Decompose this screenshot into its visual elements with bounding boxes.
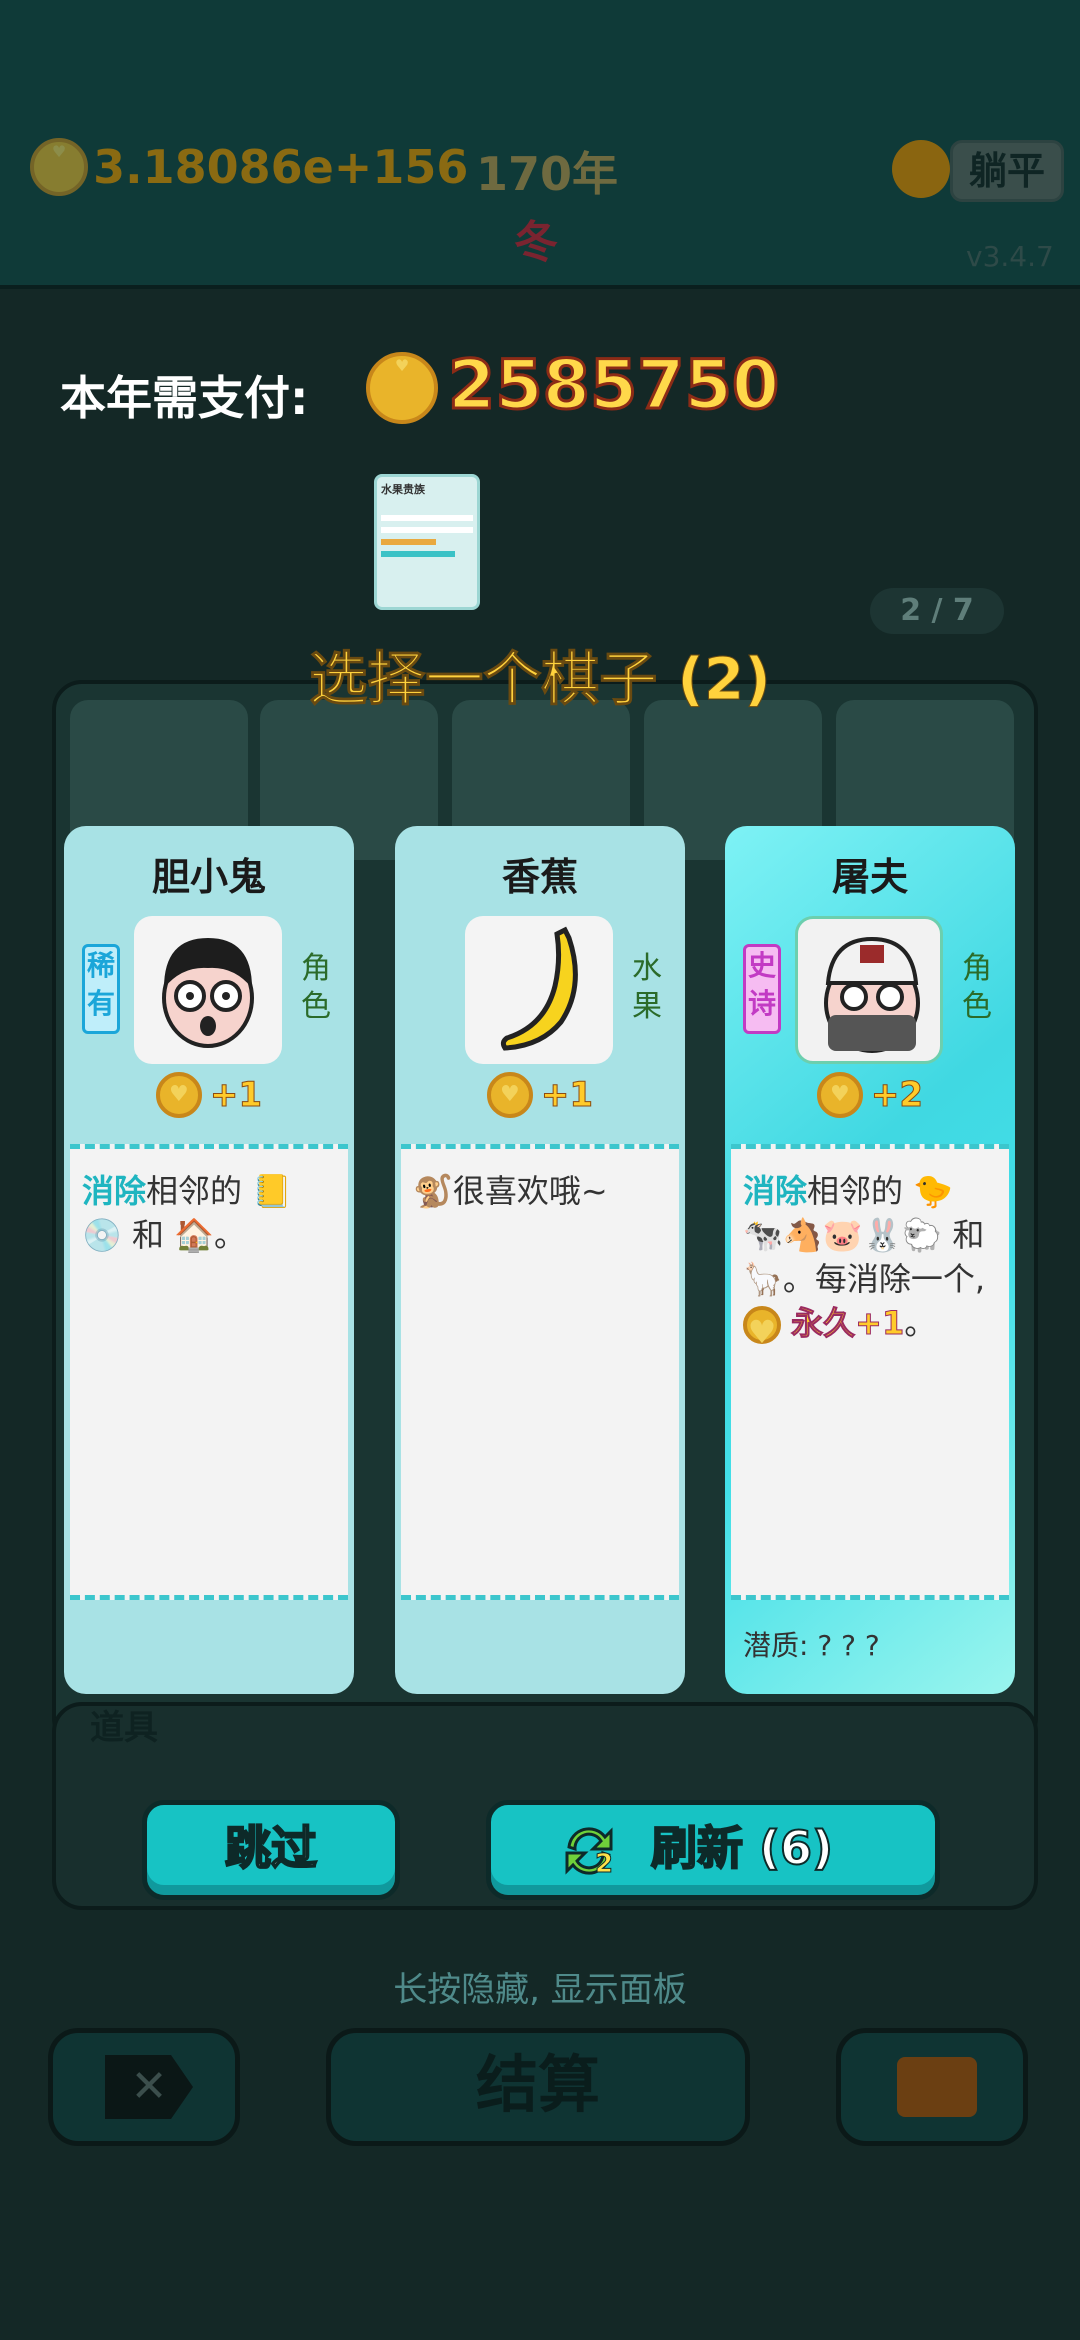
mini-card-title: 水果贵族 — [381, 483, 425, 496]
props-label: 道具 — [90, 1708, 158, 1748]
lie-flat-button[interactable]: 躺平 — [950, 140, 1064, 202]
payment-amount: 2585750 — [446, 345, 780, 427]
settle-button[interactable]: 结算 — [326, 2028, 750, 2146]
coin-icon — [155, 1072, 202, 1118]
bag-button[interactable] — [836, 2028, 1028, 2146]
banana-icon — [465, 916, 613, 1064]
book-icon: 📒 — [252, 1172, 293, 1210]
coin-balance: 3.18086e+156 — [30, 138, 468, 196]
card-type: 角色 — [301, 951, 331, 1024]
page-indicator: 2 / 7 — [870, 588, 1004, 634]
potential-label: 潜质: ? ? ? — [743, 1629, 880, 1662]
card-name: 屠夫 — [831, 855, 908, 899]
card-name: 胆小鬼 — [151, 855, 266, 899]
briefcase-icon — [897, 2057, 977, 2117]
refresh-badge: 2 — [594, 1849, 614, 1880]
select-title: 选择一个棋子 (2) — [309, 645, 772, 714]
hint-text: 长按隐藏, 显示面板 — [393, 1970, 687, 2010]
coin-icon — [486, 1072, 533, 1118]
payment-label: 本年需支付: — [60, 371, 309, 425]
robot-icon[interactable] — [892, 140, 950, 198]
cd-icon: 💿 — [82, 1216, 122, 1254]
nerd-face-icon — [134, 916, 282, 1064]
llama-icon: 🦙 — [743, 1260, 783, 1298]
card-value: +1 — [64, 1072, 354, 1118]
card-name: 香蕉 — [501, 855, 578, 899]
card-type: 水果 — [632, 951, 662, 1024]
card-description: 🐒很喜欢哦~ — [401, 1144, 679, 1600]
card-value: +2 — [725, 1072, 1015, 1118]
card-banana[interactable]: 香蕉 水果 +1 🐒很喜欢哦~ — [395, 826, 685, 1694]
card-type: 角色 — [962, 951, 992, 1024]
season-label: 冬 — [514, 217, 558, 268]
butcher-face-icon — [795, 916, 943, 1064]
rarity-badge: 稀有 — [82, 944, 120, 1034]
version-label: v3.4.7 — [966, 240, 1054, 273]
house-icon: 🏠 — [174, 1216, 215, 1254]
animal-icons: 🐄🐴🐷🐰🐑 — [743, 1216, 943, 1254]
chick-icon: 🐤 — [913, 1172, 954, 1210]
coin-icon — [30, 138, 88, 196]
close-icon: ✕ — [105, 2055, 193, 2119]
card-coward[interactable]: 胆小鬼 稀有 角色 +1 消除相邻的 📒 💿 和 🏠。 — [64, 826, 354, 1694]
discard-button[interactable]: ✕ — [48, 2028, 240, 2146]
coin-icon — [366, 352, 438, 424]
card-value: +1 — [395, 1072, 685, 1118]
rarity-badge: 史诗 — [743, 944, 781, 1034]
coin-icon — [743, 1306, 781, 1344]
refresh-button[interactable]: 2 刷新 (6) — [486, 1800, 940, 1900]
monkey-icon: 🐒 — [413, 1172, 453, 1210]
coin-icon — [816, 1072, 863, 1118]
skip-button[interactable]: 跳过 — [142, 1800, 400, 1900]
year-label: 170年 — [476, 147, 619, 201]
card-description: 消除相邻的 🐤 🐄🐴🐷🐰🐑 和 🦙。每消除一个, 永久+1。 — [731, 1144, 1009, 1600]
refresh-label: 刷新 (6) — [650, 1820, 834, 1876]
card-description: 消除相邻的 📒 💿 和 🏠。 — [70, 1144, 348, 1600]
card-butcher[interactable]: 屠夫 史诗 角色 +2 消除相邻的 🐤 🐄🐴🐷🐰🐑 和 🦙。每消除一个, 永久+… — [725, 826, 1015, 1694]
mini-card-preview[interactable]: 水果贵族 — [374, 474, 480, 610]
